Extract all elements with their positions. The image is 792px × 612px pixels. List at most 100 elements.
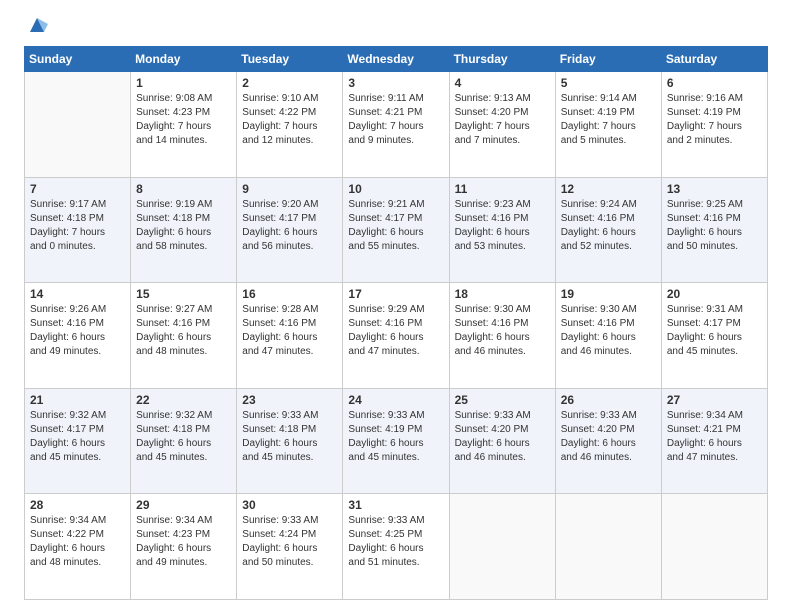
day-number: 9: [242, 182, 337, 196]
col-header-saturday: Saturday: [661, 47, 767, 72]
calendar-cell: 15 Sunrise: 9:27 AMSunset: 4:16 PMDayligh…: [131, 283, 237, 389]
day-number: 22: [136, 393, 231, 407]
day-number: 28: [30, 498, 125, 512]
day-number: 6: [667, 76, 762, 90]
day-number: 1: [136, 76, 231, 90]
cell-content: Sunrise: 9:33 AMSunset: 4:25 PMDaylight:…: [348, 514, 443, 570]
day-number: 19: [561, 287, 656, 301]
calendar-cell: 18 Sunrise: 9:30 AMSunset: 4:16 PMDayligh…: [449, 283, 555, 389]
calendar-cell: 27Sunrise: 9:34 AMSunset: 4:21 PMDayligh…: [661, 388, 767, 494]
day-number: 12: [561, 182, 656, 196]
logo-icon: [26, 14, 48, 36]
day-number: 7: [30, 182, 125, 196]
day-number: 16: [242, 287, 337, 301]
calendar-cell: 6 Sunrise: 9:16 AMSunset: 4:19 PMDaylight…: [661, 72, 767, 178]
day-number: 31: [348, 498, 443, 512]
cell-content: Sunrise: 9:32 AMSunset: 4:17 PMDaylight:…: [30, 409, 125, 465]
calendar-cell: 16 Sunrise: 9:28 AMSunset: 4:16 PMDayligh…: [237, 283, 343, 389]
cell-content: Sunrise: 9:33 AMSunset: 4:18 PMDaylight:…: [242, 409, 337, 465]
cell-content: Sunrise: 9:28 AMSunset: 4:16 PMDaylight:…: [242, 303, 337, 359]
calendar-week-row: 7 Sunrise: 9:17 AMSunset: 4:18 PMDaylight…: [25, 177, 768, 283]
cell-content: Sunrise: 9:31 AMSunset: 4:17 PMDaylight:…: [667, 303, 762, 359]
header: [24, 18, 768, 36]
calendar-cell: [555, 494, 661, 600]
col-header-wednesday: Wednesday: [343, 47, 449, 72]
page: SundayMondayTuesdayWednesdayThursdayFrid…: [0, 0, 792, 612]
calendar-table: SundayMondayTuesdayWednesdayThursdayFrid…: [24, 46, 768, 600]
day-number: 2: [242, 76, 337, 90]
calendar-cell: 5Sunrise: 9:14 AMSunset: 4:19 PMDaylight…: [555, 72, 661, 178]
col-header-friday: Friday: [555, 47, 661, 72]
day-number: 8: [136, 182, 231, 196]
cell-content: Sunrise: 9:25 AMSunset: 4:16 PMDaylight:…: [667, 198, 762, 254]
cell-content: Sunrise: 9:24 AMSunset: 4:16 PMDaylight:…: [561, 198, 656, 254]
day-number: 11: [455, 182, 550, 196]
day-number: 21: [30, 393, 125, 407]
cell-content: Sunrise: 9:32 AMSunset: 4:18 PMDaylight:…: [136, 409, 231, 465]
col-header-thursday: Thursday: [449, 47, 555, 72]
cell-content: Sunrise: 9:34 AMSunset: 4:22 PMDaylight:…: [30, 514, 125, 570]
day-number: 15: [136, 287, 231, 301]
day-number: 30: [242, 498, 337, 512]
cell-content: Sunrise: 9:30 AMSunset: 4:16 PMDaylight:…: [561, 303, 656, 359]
calendar-cell: 10 Sunrise: 9:21 AMSunset: 4:17 PMDayligh…: [343, 177, 449, 283]
calendar-cell: 8Sunrise: 9:19 AMSunset: 4:18 PMDaylight…: [131, 177, 237, 283]
cell-content: Sunrise: 9:16 AMSunset: 4:19 PMDaylight:…: [667, 92, 762, 148]
calendar-cell: 1Sunrise: 9:08 AMSunset: 4:23 PMDaylight…: [131, 72, 237, 178]
day-number: 29: [136, 498, 231, 512]
calendar-cell: [449, 494, 555, 600]
calendar-cell: [661, 494, 767, 600]
calendar-cell: 31 Sunrise: 9:33 AMSunset: 4:25 PMDayligh…: [343, 494, 449, 600]
day-number: 27: [667, 393, 762, 407]
cell-content: Sunrise: 9:11 AMSunset: 4:21 PMDaylight:…: [348, 92, 443, 148]
day-number: 3: [348, 76, 443, 90]
calendar-cell: 25Sunrise: 9:33 AMSunset: 4:20 PMDayligh…: [449, 388, 555, 494]
col-header-tuesday: Tuesday: [237, 47, 343, 72]
day-number: 10: [348, 182, 443, 196]
day-number: 25: [455, 393, 550, 407]
col-header-sunday: Sunday: [25, 47, 131, 72]
calendar-cell: [25, 72, 131, 178]
calendar-cell: 29 Sunrise: 9:34 AMSunset: 4:23 PMDayligh…: [131, 494, 237, 600]
day-number: 17: [348, 287, 443, 301]
calendar-cell: 19 Sunrise: 9:30 AMSunset: 4:16 PMDayligh…: [555, 283, 661, 389]
calendar-cell: 26Sunrise: 9:33 AMSunset: 4:20 PMDayligh…: [555, 388, 661, 494]
calendar-cell: 9 Sunrise: 9:20 AMSunset: 4:17 PMDaylight…: [237, 177, 343, 283]
calendar-header-row: SundayMondayTuesdayWednesdayThursdayFrid…: [25, 47, 768, 72]
calendar-cell: 11 Sunrise: 9:23 AMSunset: 4:16 PMDayligh…: [449, 177, 555, 283]
calendar-cell: 2 Sunrise: 9:10 AMSunset: 4:22 PMDaylight…: [237, 72, 343, 178]
logo: [24, 18, 54, 36]
day-number: 18: [455, 287, 550, 301]
calendar-week-row: 1Sunrise: 9:08 AMSunset: 4:23 PMDaylight…: [25, 72, 768, 178]
cell-content: Sunrise: 9:13 AMSunset: 4:20 PMDaylight:…: [455, 92, 550, 148]
cell-content: Sunrise: 9:21 AMSunset: 4:17 PMDaylight:…: [348, 198, 443, 254]
col-header-monday: Monday: [131, 47, 237, 72]
cell-content: Sunrise: 9:29 AMSunset: 4:16 PMDaylight:…: [348, 303, 443, 359]
cell-content: Sunrise: 9:27 AMSunset: 4:16 PMDaylight:…: [136, 303, 231, 359]
cell-content: Sunrise: 9:33 AMSunset: 4:24 PMDaylight:…: [242, 514, 337, 570]
calendar-week-row: 14 Sunrise: 9:26 AMSunset: 4:16 PMDayligh…: [25, 283, 768, 389]
day-number: 14: [30, 287, 125, 301]
day-number: 4: [455, 76, 550, 90]
cell-content: Sunrise: 9:10 AMSunset: 4:22 PMDaylight:…: [242, 92, 337, 148]
cell-content: Sunrise: 9:20 AMSunset: 4:17 PMDaylight:…: [242, 198, 337, 254]
calendar-cell: 7 Sunrise: 9:17 AMSunset: 4:18 PMDaylight…: [25, 177, 131, 283]
calendar-cell: 13Sunrise: 9:25 AMSunset: 4:16 PMDayligh…: [661, 177, 767, 283]
calendar-cell: 20 Sunrise: 9:31 AMSunset: 4:17 PMDayligh…: [661, 283, 767, 389]
cell-content: Sunrise: 9:33 AMSunset: 4:19 PMDaylight:…: [348, 409, 443, 465]
day-number: 5: [561, 76, 656, 90]
calendar-cell: 12 Sunrise: 9:24 AMSunset: 4:16 PMDayligh…: [555, 177, 661, 283]
day-number: 24: [348, 393, 443, 407]
cell-content: Sunrise: 9:17 AMSunset: 4:18 PMDaylight:…: [30, 198, 125, 254]
calendar-cell: 21 Sunrise: 9:32 AMSunset: 4:17 PMDayligh…: [25, 388, 131, 494]
calendar-cell: 14 Sunrise: 9:26 AMSunset: 4:16 PMDayligh…: [25, 283, 131, 389]
cell-content: Sunrise: 9:23 AMSunset: 4:16 PMDaylight:…: [455, 198, 550, 254]
calendar-cell: 23Sunrise: 9:33 AMSunset: 4:18 PMDayligh…: [237, 388, 343, 494]
calendar-cell: 3 Sunrise: 9:11 AMSunset: 4:21 PMDaylight…: [343, 72, 449, 178]
cell-content: Sunrise: 9:26 AMSunset: 4:16 PMDaylight:…: [30, 303, 125, 359]
calendar-week-row: 21 Sunrise: 9:32 AMSunset: 4:17 PMDayligh…: [25, 388, 768, 494]
cell-content: Sunrise: 9:30 AMSunset: 4:16 PMDaylight:…: [455, 303, 550, 359]
day-number: 20: [667, 287, 762, 301]
cell-content: Sunrise: 9:34 AMSunset: 4:23 PMDaylight:…: [136, 514, 231, 570]
calendar-cell: 17 Sunrise: 9:29 AMSunset: 4:16 PMDayligh…: [343, 283, 449, 389]
